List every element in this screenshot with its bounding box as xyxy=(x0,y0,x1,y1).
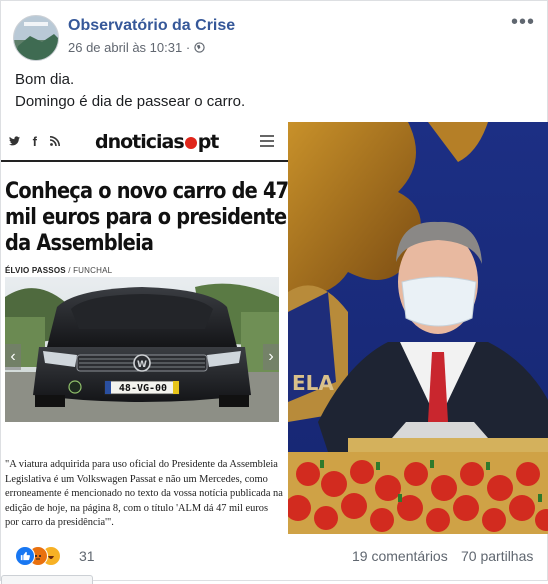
rss-icon xyxy=(49,134,60,149)
comments-count-link[interactable]: 19 comentários xyxy=(352,548,448,564)
president-photo: ELA xyxy=(288,122,548,534)
banner-text: ELA xyxy=(292,371,334,395)
facebook-icon: f xyxy=(32,134,37,149)
page-avatar[interactable] xyxy=(13,15,59,61)
logo-text: dnoticias xyxy=(95,131,185,153)
byline-place: FUNCHAL xyxy=(73,266,113,275)
like-icon xyxy=(15,546,35,566)
article-byline: ÉLVIO PASSOS / FUNCHAL xyxy=(5,266,112,275)
meta-separator: · xyxy=(185,40,191,55)
more-options-icon[interactable]: ••• xyxy=(511,11,535,34)
license-plate: 48-VG-00 xyxy=(119,383,167,394)
post-text-line: Bom dia. xyxy=(15,71,75,88)
post-image[interactable]: f dnoticias pt Conheça o novo carro de 47… xyxy=(1,122,548,534)
social-icons: f xyxy=(9,134,69,149)
post-meta: 26 de abril às 10:31 · xyxy=(68,40,205,55)
car-photo: W 48-VG-00 xyxy=(5,277,279,422)
byline-separator: / xyxy=(65,266,74,275)
logo-suffix: pt xyxy=(197,131,220,153)
article-headline: Conheça o novo carro de 47 mil euros par… xyxy=(5,178,288,256)
page-name-link[interactable]: Observatório da Crise xyxy=(68,17,235,35)
shares-count-link[interactable]: 70 partilhas xyxy=(461,548,533,564)
svg-text:W: W xyxy=(137,360,147,370)
news-header: f dnoticias pt xyxy=(1,122,288,162)
news-screenshot: f dnoticias pt Conheça o novo carro de 47… xyxy=(1,122,288,534)
cut-off-tab xyxy=(1,575,93,584)
article-quote: "A viatura adquirida para uso oficial do… xyxy=(5,459,283,529)
gallery-next-arrow: › xyxy=(263,344,279,370)
post-timestamp[interactable]: 26 de abril às 10:31 xyxy=(68,40,182,55)
gallery-prev-arrow: ‹ xyxy=(5,344,21,370)
post-text: Bom dia. Domingo é dia de passear o carr… xyxy=(15,69,245,113)
menu-icon xyxy=(260,135,274,150)
facebook-post: Observatório da Crise 26 de abril às 10:… xyxy=(0,0,548,584)
globe-icon xyxy=(194,40,205,55)
byline-author: ÉLVIO PASSOS xyxy=(5,266,66,275)
reaction-count[interactable]: 31 xyxy=(79,548,95,564)
twitter-icon xyxy=(9,134,24,149)
post-text-line: Domingo é dia de passear o carro. xyxy=(15,93,246,110)
logo-dot xyxy=(184,137,197,149)
dnoticias-logo: dnoticias pt xyxy=(95,131,220,153)
